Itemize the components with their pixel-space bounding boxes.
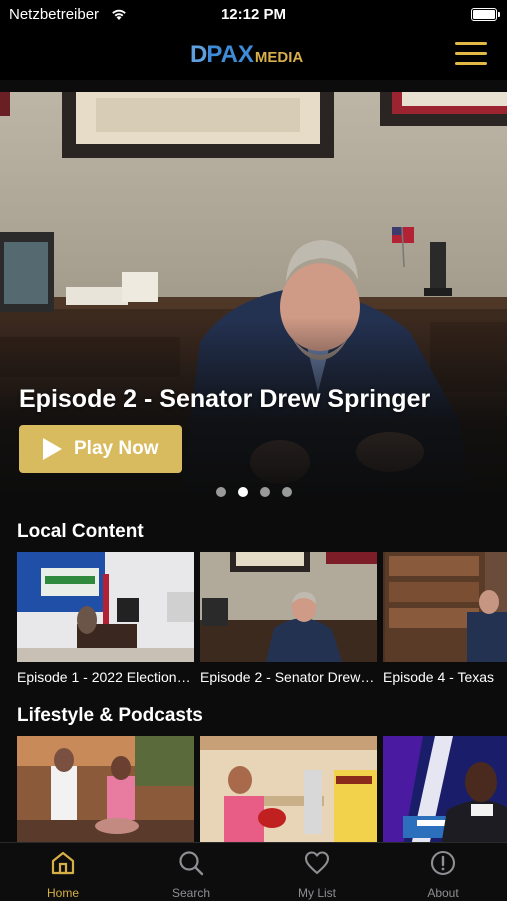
carousel-dot[interactable]: [260, 487, 270, 497]
video-card[interactable]: Episode 1 - 2022 Election Update: [17, 552, 194, 685]
video-thumbnail[interactable]: [383, 736, 507, 842]
tab-my-list-label: My List: [297, 886, 336, 900]
hamburger-menu-icon[interactable]: [455, 42, 487, 66]
tab-about-label: About: [427, 886, 459, 900]
carousel-indicator[interactable]: [216, 487, 292, 497]
logo-pax: PAX: [206, 41, 254, 68]
logo-d: D: [190, 41, 207, 68]
video-title: Episode 4 - Texas: [383, 669, 495, 685]
battery-icon: [471, 8, 500, 21]
video-card[interactable]: [200, 736, 377, 842]
video-thumbnail[interactable]: [17, 552, 194, 662]
hero-title: Episode 2 - Senator Drew Springer: [19, 385, 431, 413]
search-icon: [179, 851, 204, 876]
play-now-label: Play Now: [74, 438, 159, 459]
video-card[interactable]: Episode 4 - Texas: [383, 552, 507, 685]
carousel-dot[interactable]: [216, 487, 226, 497]
dpax-media-logo: D PAX MEDIA: [190, 41, 304, 68]
local-content-row[interactable]: Episode 1 - 2022 Election Update Episode…: [17, 552, 507, 702]
tab-search-label: Search: [171, 886, 211, 900]
info-icon: [430, 850, 456, 876]
video-card[interactable]: [383, 736, 507, 842]
play-icon: [43, 438, 62, 460]
section-title-local-content: Local Content: [17, 521, 144, 542]
bottom-tab-bar: Home Search My List About: [0, 842, 507, 901]
tab-home[interactable]: Home: [18, 849, 108, 900]
heart-icon: [304, 851, 330, 875]
tab-home-label: Home: [46, 886, 79, 900]
carousel-dot[interactable]: [282, 487, 292, 497]
logo-media: MEDIA: [254, 48, 304, 66]
play-now-button[interactable]: Play Now: [19, 425, 182, 473]
video-thumbnail[interactable]: [17, 736, 194, 842]
app-header: D PAX MEDIA: [0, 32, 507, 80]
video-thumbnail[interactable]: [383, 552, 507, 662]
tab-search[interactable]: Search: [146, 849, 236, 900]
video-card[interactable]: [17, 736, 194, 842]
lifestyle-podcasts-row[interactable]: [17, 736, 507, 842]
section-title-lifestyle-podcasts: Lifestyle & Podcasts: [17, 705, 203, 726]
video-title: Episode 1 - 2022 Election Update: [17, 669, 194, 685]
status-bar: Netzbetreiber 12:12 PM: [0, 0, 507, 32]
tab-my-list[interactable]: My List: [272, 849, 362, 900]
video-title: Episode 2 - Senator Drew Springer: [200, 669, 377, 685]
video-card[interactable]: Episode 2 - Senator Drew Springer: [200, 552, 377, 685]
home-icon: [51, 851, 75, 875]
tab-about[interactable]: About: [398, 849, 488, 900]
video-thumbnail[interactable]: [200, 552, 377, 662]
clock: 12:12 PM: [220, 6, 287, 23]
video-thumbnail[interactable]: [200, 736, 377, 842]
carousel-dot-active[interactable]: [238, 487, 248, 497]
